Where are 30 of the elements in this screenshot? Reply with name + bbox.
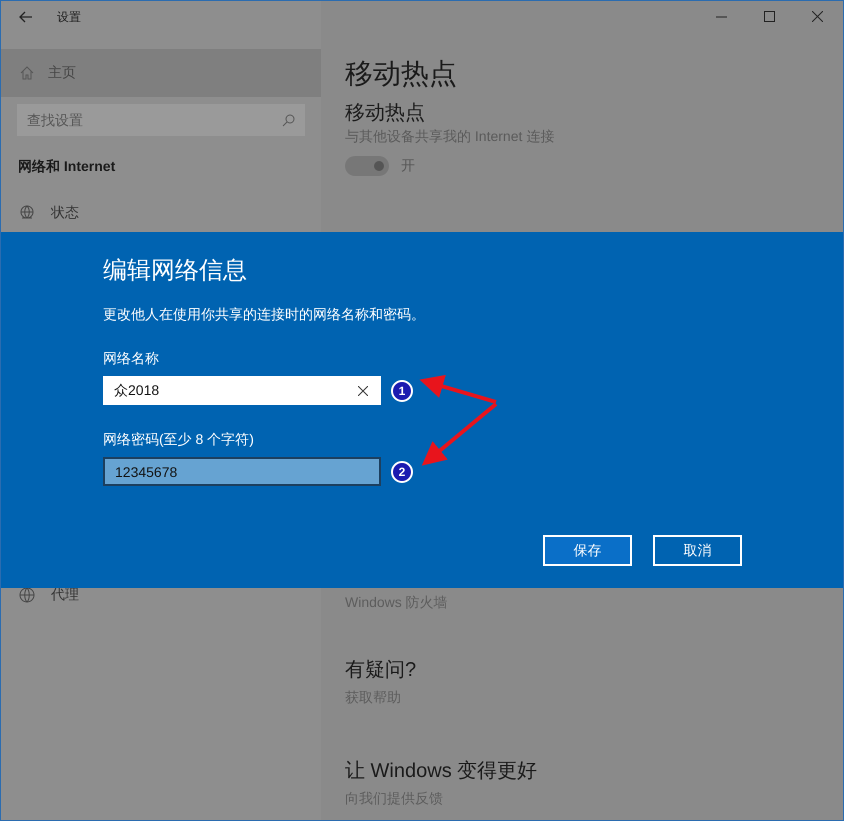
dialog-description: 更改他人在使用你共享的连接时的网络名称和密码。 xyxy=(103,306,425,324)
home-icon xyxy=(20,66,34,80)
home-item[interactable]: 主页 xyxy=(1,49,321,97)
input-field[interactable]: 12345678 xyxy=(103,457,381,486)
minimize-icon[interactable] xyxy=(716,16,727,18)
dialog-button[interactable]: 取消 xyxy=(653,535,742,566)
window-title: 设置 xyxy=(57,8,81,26)
nav-item[interactable]: 状态 xyxy=(1,204,321,222)
back-icon[interactable] xyxy=(19,11,33,23)
number-badge: 1 xyxy=(391,380,413,402)
section-heading: 让 Windows 变得更好 xyxy=(345,759,538,784)
section-heading: 有疑问? xyxy=(345,658,416,683)
section-heading: 网络和 Internet xyxy=(17,158,116,176)
toggle-switch[interactable] xyxy=(345,156,389,176)
number-badge: 2 xyxy=(391,460,413,482)
search-icon xyxy=(282,114,295,127)
input-field[interactable]: 众2018 xyxy=(103,376,381,405)
field-label: 网络名称 xyxy=(103,350,159,368)
page-title: 移动热点 xyxy=(345,57,457,91)
status-icon xyxy=(19,205,35,221)
dialog-button[interactable]: 保存 xyxy=(543,535,632,566)
search-field[interactable]: 查找设置 xyxy=(17,104,305,136)
dialog-title: 编辑网络信息 xyxy=(103,256,247,286)
nav-item[interactable]: 代理 xyxy=(1,586,321,604)
close-icon[interactable] xyxy=(812,11,823,22)
globe-icon xyxy=(19,587,35,603)
clear-icon[interactable] xyxy=(358,386,368,396)
section-heading: 移动热点 xyxy=(345,101,425,126)
maximize-icon[interactable] xyxy=(764,11,775,22)
field-label: 网络密码(至少 8 个字符) xyxy=(103,431,254,449)
